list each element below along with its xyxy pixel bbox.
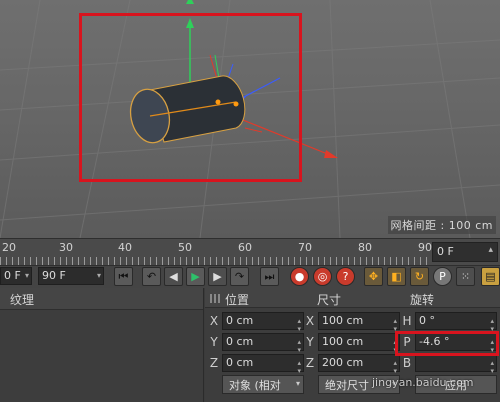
rotation-key-button[interactable]: ↻ <box>410 267 429 286</box>
grid-dots-icon: ⁙ <box>460 270 471 283</box>
play-icon: ▶ <box>191 270 200 283</box>
next-frame-icon: ▶ <box>213 270 222 283</box>
film-icon: ▤ <box>485 270 496 283</box>
position-key-button[interactable]: ✥ <box>364 267 383 286</box>
keyframe-selection-button[interactable]: ? <box>336 267 355 286</box>
auto-key-button[interactable]: ◎ <box>313 267 332 286</box>
next-key-icon: ↷ <box>234 270 245 283</box>
end-frame-value: 90 F <box>42 269 66 282</box>
rot-h-field[interactable]: 0 ° ▴ ▾ <box>415 312 497 333</box>
size-x-field[interactable]: 100 cm ▴ ▾ <box>318 312 400 333</box>
previous-frame-button[interactable]: ◀ <box>164 267 183 286</box>
spinner-icon[interactable]: ▴ ▾ <box>393 359 397 375</box>
pos-z-label: Z <box>209 356 219 370</box>
pos-x-field[interactable]: 0 cm ▴ ▾ <box>222 312 304 333</box>
timeline-ruler[interactable]: 20 30 40 50 60 70 80 90 0 F ▴ <box>0 238 500 266</box>
transport-bar: 0 F ▾ 90 F ▾ ⏮ ↶ ◀ ▶ ▶ ↷ ⏭ ● ◎ ? ✥ ◧ ↻ P… <box>0 266 500 288</box>
scale-icon: ◧ <box>391 270 402 283</box>
next-key-button[interactable]: ↷ <box>230 267 249 286</box>
size-y-field[interactable]: 100 cm ▴ ▾ <box>318 333 400 354</box>
go-to-end-icon: ⏭ <box>264 269 275 283</box>
rotation-header: 旋转 <box>410 293 435 307</box>
previous-key-icon: ↶ <box>146 270 157 283</box>
size-z-field[interactable]: 200 cm ▴ ▾ <box>318 354 400 375</box>
go-to-start-button[interactable]: ⏮ <box>114 267 133 286</box>
highlight-box-rotation-p <box>395 331 499 356</box>
size-header: 尺寸 <box>317 293 342 307</box>
auto-key-icon: ◎ <box>317 270 328 283</box>
pos-z-field[interactable]: 0 cm ▴ ▾ <box>222 354 304 375</box>
rot-h-value: 0 ° <box>419 314 435 327</box>
pos-y-value: 0 cm <box>226 335 254 348</box>
pos-y-field[interactable]: 0 cm ▴ ▾ <box>222 333 304 354</box>
ruler-tick-label: 60 <box>238 241 252 254</box>
ruler-tick-label: 80 <box>358 241 372 254</box>
timeline-button[interactable]: ▤ <box>481 267 500 286</box>
play-button[interactable]: ▶ <box>186 267 205 286</box>
previous-key-button[interactable]: ↶ <box>142 267 161 286</box>
next-frame-button[interactable]: ▶ <box>208 267 227 286</box>
parameter-key-button[interactable]: P <box>433 267 452 286</box>
spinner-icon[interactable]: ▾ <box>97 271 101 280</box>
material-panel-header: 纹理 <box>0 288 203 310</box>
size-z-label: Z <box>305 356 315 370</box>
point-level-button[interactable]: ⁙ <box>456 267 475 286</box>
pos-x-value: 0 cm <box>226 314 254 327</box>
rotate-icon: ↻ <box>414 270 425 283</box>
ruler-tick-label: 70 <box>298 241 312 254</box>
start-frame-value: 0 F <box>4 269 21 282</box>
spinner-icon[interactable]: ▴ ▾ <box>297 338 301 354</box>
end-frame-field[interactable]: 90 F ▾ <box>38 267 104 285</box>
ruler-tick-label: 30 <box>59 241 73 254</box>
object-mode-label: 对象 (相对 <box>229 379 281 392</box>
spinner-icon[interactable]: ▴ ▾ <box>297 359 301 375</box>
spinner-icon[interactable]: ▴ ▾ <box>490 359 494 375</box>
watermark-text: jingyan.baidu.com <box>372 376 474 389</box>
rot-h-label: H <box>402 314 412 328</box>
ruler-ticks <box>0 257 432 265</box>
size-y-label: Y <box>306 335 314 349</box>
spinner-icon[interactable]: ▾ <box>25 271 29 280</box>
material-panel: 纹理 <box>0 288 204 402</box>
texture-menu[interactable]: 纹理 <box>10 293 34 307</box>
ruler-tick-label: 90 <box>418 241 432 254</box>
ruler-tick-label: 20 <box>2 241 16 254</box>
previous-frame-icon: ◀ <box>169 270 178 283</box>
ruler-tick-label: 50 <box>178 241 192 254</box>
pos-y-label: Y <box>210 335 218 349</box>
size-x-label: X <box>305 314 315 328</box>
scale-key-button[interactable]: ◧ <box>387 267 406 286</box>
current-frame-value: 0 F <box>437 245 454 258</box>
size-mode-label: 绝对尺寸 <box>325 379 369 392</box>
size-x-value: 100 cm <box>322 314 364 327</box>
size-y-value: 100 cm <box>322 335 364 348</box>
question-icon: ? <box>342 270 349 283</box>
rot-b-field[interactable]: ▴ ▾ <box>415 354 497 375</box>
highlight-box-viewport <box>79 13 302 182</box>
current-frame-field[interactable]: 0 F ▴ <box>432 242 498 262</box>
go-to-start-icon: ⏮ <box>118 269 129 283</box>
coordinates-header: 位置 尺寸 旋转 <box>205 288 500 308</box>
record-keys-button[interactable]: ● <box>290 267 309 286</box>
parameter-icon: P <box>439 270 446 283</box>
record-icon: ● <box>294 270 305 283</box>
go-to-end-button[interactable]: ⏭ <box>260 267 279 286</box>
ruler-tick-label: 40 <box>118 241 132 254</box>
rot-b-label: B <box>402 356 412 370</box>
object-mode-dropdown[interactable]: 对象 (相对 ▾ <box>222 375 304 394</box>
move-icon: ✥ <box>368 270 379 283</box>
position-header: 位置 <box>225 293 250 307</box>
start-frame-field[interactable]: 0 F ▾ <box>0 267 32 285</box>
spinner-icon[interactable]: ▴ ▾ <box>297 317 301 333</box>
spinner-icon[interactable]: ▴ <box>488 245 493 255</box>
pos-z-value: 0 cm <box>226 356 254 369</box>
pos-x-label: X <box>209 314 219 328</box>
grid-spacing-label: 网格间距 : 100 cm <box>387 216 496 234</box>
size-z-value: 200 cm <box>322 356 364 369</box>
grip-icon[interactable] <box>210 294 220 303</box>
chevron-down-icon: ▾ <box>295 379 300 388</box>
